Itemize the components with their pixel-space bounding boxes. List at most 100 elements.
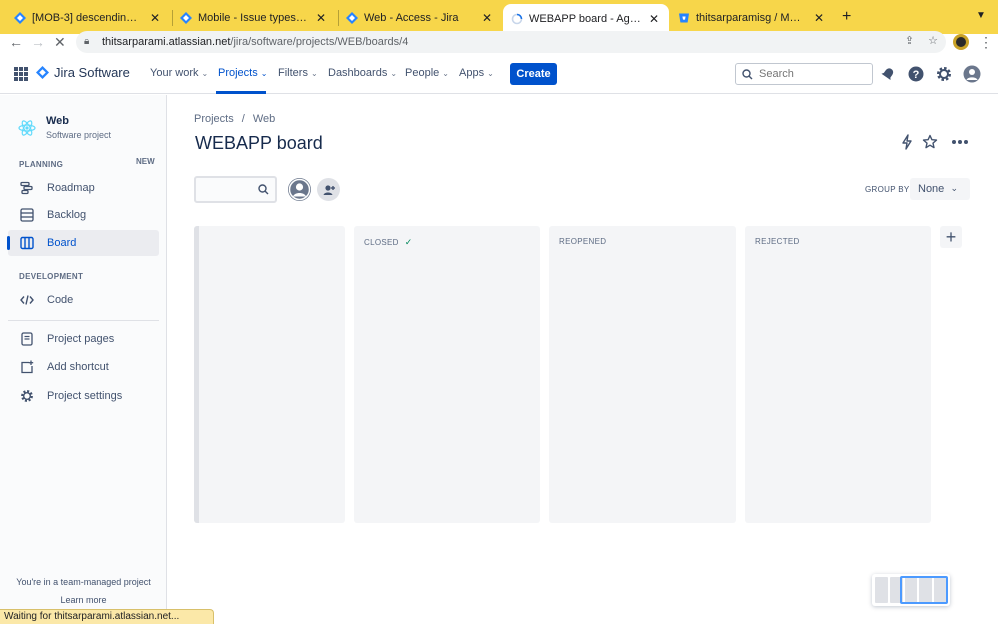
loading-spinner-icon [511, 13, 523, 25]
roadmap-icon [19, 180, 35, 196]
share-icon[interactable]: ⇪ [905, 34, 914, 47]
chevron-down-icon: ⌄ [390, 68, 398, 78]
browser-profile-avatar[interactable] [953, 34, 969, 50]
close-tab-icon[interactable]: ✕ [647, 12, 661, 26]
automation-lightning-icon[interactable] [897, 132, 917, 152]
chevron-down-icon: ⌄ [310, 68, 318, 78]
chevron-down-icon: ⌄ [201, 68, 209, 78]
forward-icon[interactable]: → [31, 34, 45, 50]
sidebar-item-roadmap[interactable]: Roadmap [8, 175, 159, 201]
browser-tab-5[interactable]: thitsarparamisg / Members — Bitbucket ✕ [670, 4, 834, 32]
chevron-down-icon: ⌄ [950, 183, 958, 193]
bookmark-star-icon[interactable]: ☆ [928, 34, 938, 47]
assignee-avatar-icon[interactable] [288, 178, 311, 201]
minimap-viewport[interactable] [900, 576, 948, 604]
sidebar-item-add-shortcut[interactable]: Add shortcut [8, 354, 159, 380]
page-title: WEBAPP board [195, 133, 323, 153]
lock-icon: 🔒︎ [84, 36, 90, 47]
project-name: Web [46, 115, 70, 127]
project-sidebar: Web Software project PLANNING NEW Roadma… [0, 95, 167, 624]
close-tab-icon[interactable]: ✕ [812, 11, 826, 25]
project-type: Software project [46, 130, 112, 140]
sidebar-item-backlog[interactable]: Backlog [8, 202, 159, 228]
global-search[interactable] [735, 63, 873, 85]
address-bar[interactable]: 🔒︎ thitsarparami.atlassian.net/jira/soft… [76, 31, 946, 53]
chevron-down-icon: ⌄ [487, 68, 494, 78]
minimap-column [875, 577, 888, 603]
app-switcher-icon[interactable] [14, 67, 28, 81]
tab-title: thitsarparamisg / Members — Bitbucket [696, 12, 806, 24]
notifications-icon[interactable] [879, 65, 897, 83]
project-header[interactable]: Web Software project [18, 115, 111, 140]
create-button[interactable]: Create [510, 63, 557, 85]
add-column-plus-icon[interactable]: + [940, 226, 962, 248]
product-name: Jira Software [54, 65, 130, 80]
nav-your-work[interactable]: Your work ⌄ [150, 67, 208, 79]
nav-apps[interactable]: Apps ⌄ [459, 67, 494, 79]
close-tab-icon[interactable]: ✕ [480, 11, 494, 25]
board-column-rejected: REJECTED [745, 226, 931, 523]
jira-logo[interactable]: Jira Software [36, 65, 130, 80]
column-title[interactable]: CLOSED ✓ [364, 237, 413, 248]
board-column-closed: CLOSED ✓ [354, 226, 540, 523]
browser-tab-1[interactable]: [MOB-3] descending sort order - Jira ✕ [6, 4, 170, 32]
jira-logo-icon [36, 66, 49, 79]
breadcrumb-web[interactable]: Web [253, 113, 275, 125]
planning-section-title: PLANNING [19, 160, 64, 169]
nav-label: Your work [150, 67, 199, 79]
new-tab-icon[interactable]: + [842, 8, 851, 26]
sidebar-item-project-settings[interactable]: Project settings [8, 383, 159, 409]
group-by-value: None [918, 183, 945, 195]
column-title[interactable]: REOPENED [559, 237, 606, 246]
sidebar-item-code[interactable]: Code [8, 287, 159, 313]
sidebar-item-board[interactable]: Board [7, 230, 159, 256]
search-icon [742, 68, 753, 79]
nav-active-indicator [216, 91, 266, 94]
breadcrumb-projects[interactable]: Projects [194, 113, 234, 125]
help-icon[interactable]: ? [907, 65, 925, 83]
search-input[interactable] [759, 68, 859, 80]
close-tab-icon[interactable]: ✕ [148, 11, 162, 25]
column-title[interactable]: REJECTED [755, 237, 800, 246]
column-title-text: REJECTED [755, 237, 800, 246]
browser-menu-icon[interactable]: ⋮ [979, 34, 993, 51]
nav-label: Apps [459, 67, 485, 79]
react-atom-project-icon [18, 120, 36, 136]
add-people-icon[interactable] [317, 178, 340, 201]
url-host: thitsarparami.atlassian.net [102, 36, 231, 48]
browser-tab-3[interactable]: Web - Access - Jira ✕ [338, 4, 502, 32]
tab-search-chevron-icon[interactable]: ▼ [976, 10, 986, 21]
sidebar-item-project-pages[interactable]: Project pages [8, 326, 159, 352]
browser-tab-active[interactable]: WEBAPP board - Agile board - Jira ✕ [503, 4, 669, 34]
stop-loading-icon[interactable]: ✕ [54, 34, 66, 51]
more-actions-icon[interactable] [948, 132, 972, 152]
star-icon[interactable] [920, 132, 940, 152]
gear-icon [19, 388, 35, 404]
nav-dashboards[interactable]: Dashboards ⌄ [328, 67, 397, 79]
browser-tab-2[interactable]: Mobile - Issue types - Jira ✕ [172, 4, 336, 32]
nav-projects[interactable]: Projects ⌄ [218, 67, 267, 79]
chevron-down-icon: ⌄ [260, 68, 268, 78]
sidebar-item-label: Code [47, 294, 74, 306]
development-section-title: DEVELOPMENT [19, 272, 84, 281]
nav-filters[interactable]: Filters ⌄ [278, 67, 318, 79]
sidebar-item-label: Project settings [47, 390, 123, 402]
tab-title: WEBAPP board - Agile board - Jira [529, 13, 641, 25]
sidebar-item-label: Project pages [47, 333, 115, 345]
breadcrumb-separator: / [241, 113, 245, 125]
settings-gear-icon[interactable] [935, 65, 953, 83]
board-search-input[interactable] [194, 176, 277, 203]
chevron-down-icon: ⌄ [442, 68, 449, 78]
nav-people[interactable]: People ⌄ [405, 67, 449, 79]
nav-label: People [405, 67, 440, 79]
board-minimap[interactable] [872, 574, 950, 606]
team-managed-note: You're in a team-managed project [16, 577, 151, 587]
user-avatar-icon[interactable] [963, 65, 981, 83]
close-tab-icon[interactable]: ✕ [314, 11, 328, 25]
group-by-select[interactable]: None ⌄ [910, 178, 970, 200]
page-icon [19, 331, 35, 347]
nav-label: Dashboards [328, 67, 388, 79]
done-check-icon: ✓ [404, 237, 413, 247]
learn-more-link[interactable]: Learn more [0, 595, 167, 605]
back-icon[interactable]: ← [9, 34, 23, 50]
